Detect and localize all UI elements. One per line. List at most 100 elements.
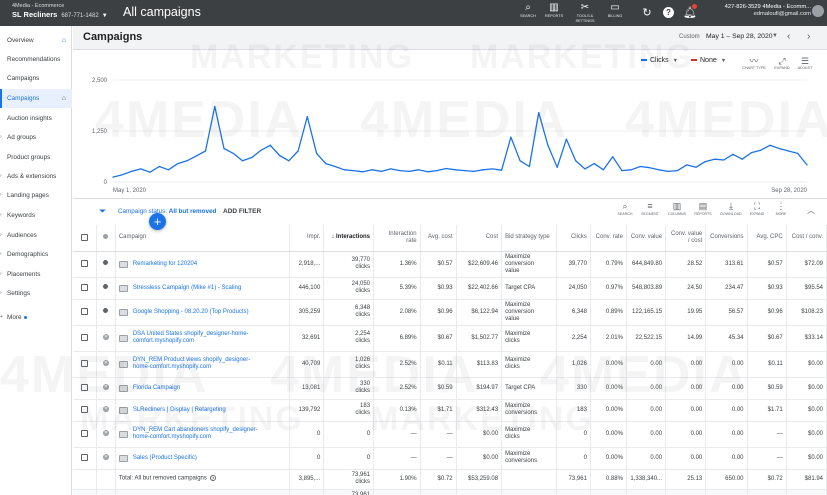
table-row[interactable]: ✕ DYN_REM Product views shopify_designer-… (73, 351, 827, 378)
sidebar-item-settings[interactable]: › Settings (0, 284, 72, 303)
chart-expand-button[interactable]: ⤢ EXPAND (770, 56, 794, 71)
table-row[interactable]: ✕ DSA United States shopify_designer-home… (73, 325, 827, 352)
table-row[interactable]: ✕ Sales (Product Specific) 0 0— — $0.00 Maximi… (73, 447, 827, 470)
campaign-name-link[interactable]: Google Shopping - 08.20.20 (Top Products… (133, 309, 249, 316)
filter-icon[interactable]: ⏷ (99, 206, 106, 217)
reports-table-button[interactable]: ▤ REPORTS (692, 201, 714, 217)
avatar[interactable] (812, 5, 824, 17)
col-cost-per-conv[interactable]: Cost / conv. (786, 225, 827, 252)
expand-table-button[interactable]: ⛶ EXPAND (746, 201, 768, 217)
status-removed-icon[interactable]: ✕ (96, 421, 116, 448)
status-removed-icon[interactable]: ✕ (96, 377, 116, 400)
help-icon[interactable]: ? (209, 475, 216, 482)
col-conversions[interactable]: Conversions (705, 225, 748, 252)
sidebar-item-auction-insights[interactable]: Auction insights (0, 109, 72, 128)
bid-strategy-link[interactable]: Target CPA (501, 377, 558, 400)
campaign-name-link[interactable]: Stressless Campaign (Mike #1) - Scaling (133, 285, 241, 292)
chevron-up-icon[interactable]: ︿ (807, 205, 815, 216)
status-removed-icon[interactable]: ✕ (96, 447, 116, 470)
previous-period-button[interactable]: ‹ (787, 31, 790, 42)
status-enabled-icon[interactable] (96, 251, 116, 278)
sidebar-item-campaigns[interactable]: Campaigns ⌂ (0, 89, 72, 108)
status-enabled-icon[interactable] (96, 299, 116, 326)
col-conv-value[interactable]: Conv. value (626, 225, 667, 252)
campaign-name-link[interactable]: Remarketing for 120204 (133, 261, 197, 268)
status-enabled-icon[interactable] (96, 277, 116, 300)
table-row[interactable]: ✕ DYN_REM Cart abandoners shopify_designe… (73, 421, 827, 448)
sidebar-item-landing-pages[interactable]: › Landing pages (0, 186, 72, 205)
sidebar-item-ads-extensions[interactable]: › Ads & extensions (0, 167, 72, 186)
user-account-info[interactable]: 427-826-3529 4Media - Ecomm... edmaloufi… (703, 4, 811, 17)
segment-button[interactable]: ≡ SEGMENT (639, 201, 661, 217)
bid-strategy-link[interactable]: Maximize conversion value (501, 299, 558, 326)
status-removed-icon[interactable]: ✕ (96, 325, 116, 352)
sidebar-item-overview[interactable]: Overview ⌂ (0, 31, 72, 50)
search-tool-button[interactable]: ⌕ SEARCH (514, 2, 542, 19)
chevron-down-icon[interactable]: ▼ (772, 33, 778, 39)
bid-strategy-link[interactable]: Maximize clicks (501, 351, 558, 378)
refresh-icon[interactable]: ↻ (640, 6, 654, 20)
sidebar-item-product-groups[interactable]: Product groups (0, 148, 72, 167)
sidebar-item-demographics[interactable]: › Demographics (0, 245, 72, 264)
filter-chip[interactable]: Campaign status: All but removed (118, 208, 216, 215)
sidebar-item-audiences[interactable]: › Audiences (0, 226, 72, 245)
sidebar-item-placements[interactable]: › Placements (0, 265, 72, 284)
table-row[interactable]: Stressless Campaign (Mike #1) - Scaling 4… (73, 277, 827, 300)
col-avg-cpc[interactable]: Avg. CPC (747, 225, 787, 252)
add-filter-button[interactable]: ADD FILTER (223, 208, 261, 215)
campaign-name-link[interactable]: SLRecliners | Display | Retargeting (133, 407, 226, 414)
table-row[interactable]: Google Shopping - 08.20.20 (Top Products… (73, 299, 827, 326)
col-avg-cost[interactable]: Avg. cost (420, 225, 457, 252)
campaign-name-link[interactable]: DYN_REM Product views shopify_designer-h… (133, 357, 250, 371)
sidebar-item-ad-groups[interactable]: › Ad groups (0, 128, 72, 147)
sidebar-item-keywords[interactable]: › Keywords (0, 206, 72, 225)
row-checkbox[interactable] (73, 351, 97, 378)
chart-adjust-button[interactable]: ☰ ADJUST (793, 56, 817, 71)
columns-button[interactable]: ▥ COLUMNS (666, 201, 688, 217)
row-checkbox[interactable] (73, 299, 97, 326)
chart-type-button[interactable]: 〰 CHART TYPE (742, 56, 766, 71)
status-removed-icon[interactable]: ✕ (96, 351, 116, 378)
bid-strategy-link[interactable]: Maximize conversions (501, 399, 558, 422)
metric-selector-1[interactable]: Clicks ▼ (641, 57, 678, 64)
bid-strategy-link[interactable]: Maximize conversions (501, 447, 558, 470)
more-options-button[interactable]: ⋮ MORE (770, 201, 792, 217)
col-interaction-rate[interactable]: Interaction rate (373, 225, 421, 252)
campaign-name-link[interactable]: Florida Campaign (133, 385, 180, 392)
row-checkbox[interactable] (73, 377, 97, 400)
row-checkbox[interactable] (73, 447, 97, 470)
table-row[interactable]: Remarketing for 120204 2,918,... 39,770 cli… (73, 251, 827, 278)
bid-strategy-link[interactable]: Maximize conversion value (501, 251, 558, 278)
campaign-name-link[interactable]: DYN_REM Cart abandoners shopify_designer… (133, 427, 258, 441)
status-column-header[interactable] (96, 225, 116, 252)
table-row[interactable]: ✕ SLRecliners | Display | Retargeting 139,… (73, 399, 827, 422)
col-conv-value-cost[interactable]: Conv. value / cost (665, 225, 707, 252)
next-period-button[interactable]: › (807, 31, 810, 42)
col-interactions[interactable]: ↓ Interactions (323, 225, 375, 252)
billing-button[interactable]: ▭ BILLING (601, 2, 629, 19)
row-checkbox[interactable] (73, 325, 97, 352)
account-switcher[interactable]: 4Media - Ecommerce SL Recliners 687-771-1… (12, 3, 108, 19)
sidebar-item-campaigns-group[interactable]: Campaigns (0, 69, 72, 88)
date-range-picker[interactable]: May 1 – Sep 28, 2020 (706, 33, 773, 40)
campaign-name-link[interactable]: DSA United States shopify_designer-home-… (133, 331, 249, 345)
row-checkbox[interactable] (73, 421, 97, 448)
col-campaign[interactable]: Campaign (115, 225, 291, 252)
sidebar-item-more[interactable]: + More (0, 308, 72, 327)
metric-selector-2[interactable]: None ▼ (691, 57, 726, 64)
row-checkbox[interactable] (73, 399, 97, 422)
help-icon[interactable]: ? (663, 7, 674, 18)
reports-tool-button[interactable]: ▥ REPORTS (540, 2, 568, 19)
tools-settings-button[interactable]: ✂ TOOLS & SETTINGS (571, 2, 599, 23)
campaign-name-link[interactable]: Sales (Product Specific) (133, 455, 197, 462)
col-clicks[interactable]: Clicks (556, 225, 591, 252)
download-button[interactable]: ⤓ DOWNLOAD (720, 201, 742, 217)
col-bid-strategy[interactable]: Bid strategy type (501, 225, 558, 252)
search-table-button[interactable]: ⌕ SEARCH (614, 201, 636, 217)
table-row[interactable]: ✕ Florida Campaign 13,081 330 clicks 2.52% $0.… (73, 377, 827, 400)
col-conv-rate[interactable]: Conv. rate (590, 225, 627, 252)
sidebar-item-recommendations[interactable]: Recommendations (0, 50, 72, 69)
add-campaign-button[interactable]: + (149, 213, 166, 230)
col-impressions[interactable]: Impr. (289, 225, 325, 252)
bid-strategy-link[interactable]: Target CPA (501, 277, 558, 300)
